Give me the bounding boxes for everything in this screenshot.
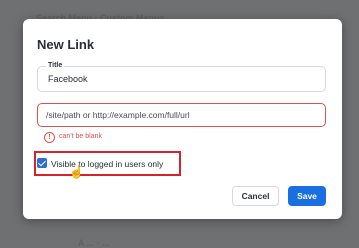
dialog-title: New Link bbox=[37, 37, 95, 52]
url-field-placeholder: /site/path or http://example.com/full/ur… bbox=[46, 110, 190, 120]
title-field[interactable]: Title Facebook bbox=[37, 62, 326, 92]
title-field-label: Title bbox=[46, 62, 65, 69]
url-error-text: can't be blank bbox=[59, 133, 102, 140]
save-button[interactable]: Save bbox=[288, 186, 326, 206]
title-field-value: Facebook bbox=[48, 74, 88, 84]
cancel-button[interactable]: Cancel bbox=[232, 186, 279, 206]
url-field[interactable]: /site/path or http://example.com/full/ur… bbox=[37, 103, 326, 127]
error-icon: ! bbox=[44, 132, 55, 143]
visible-logged-in-label[interactable]: Visible to logged in users only bbox=[51, 159, 163, 169]
visible-logged-in-checkbox[interactable] bbox=[37, 158, 47, 168]
hand-cursor-icon: ☝ bbox=[69, 165, 84, 179]
new-link-dialog: New Link Title Facebook /site/path or ht… bbox=[23, 19, 342, 219]
